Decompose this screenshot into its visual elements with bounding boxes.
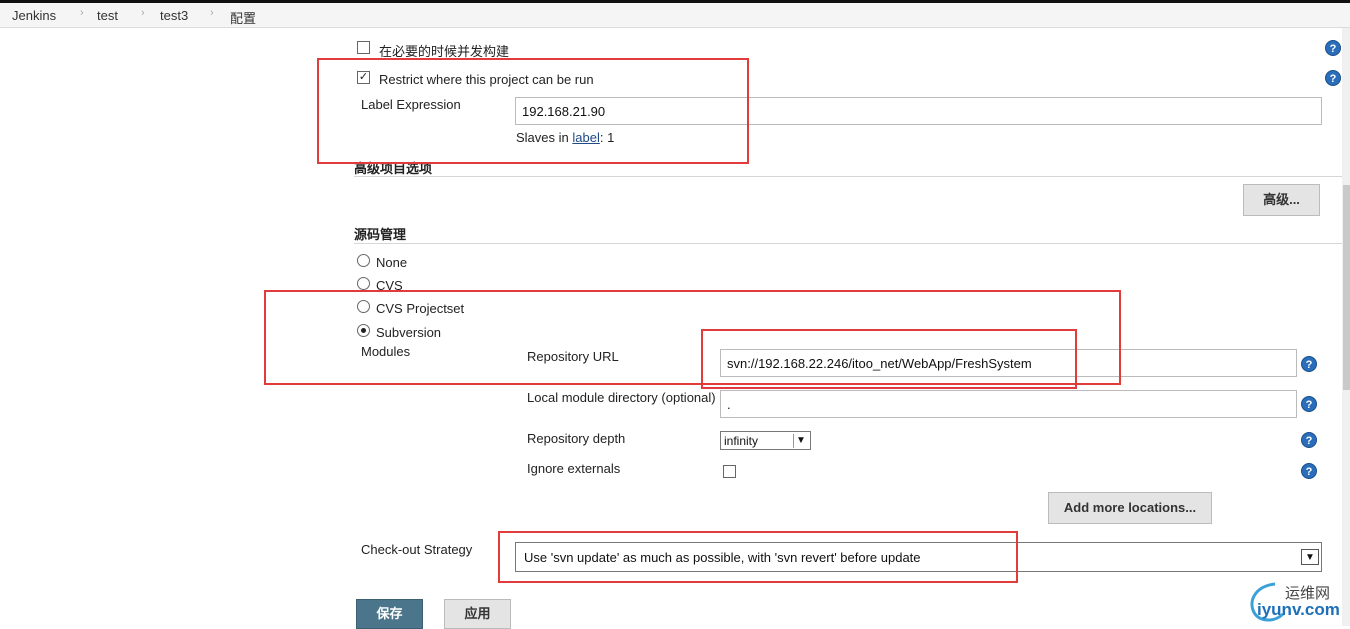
checkout-strategy-select[interactable]: Use 'svn update' as much as possible, wi… bbox=[515, 542, 1322, 572]
watermark-url: iyunv.com bbox=[1257, 600, 1340, 619]
help-icon[interactable]: ? bbox=[1301, 396, 1317, 412]
scm-option-subversion: Subversion bbox=[376, 325, 442, 340]
repo-url-input[interactable] bbox=[720, 349, 1297, 377]
scrollbar-thumb[interactable] bbox=[1343, 185, 1350, 390]
chevron-down-icon: ▼ bbox=[793, 434, 808, 448]
save-button[interactable]: 保存 bbox=[356, 599, 423, 629]
help-icon[interactable]: ? bbox=[1325, 70, 1341, 86]
help-icon[interactable]: ? bbox=[1301, 432, 1317, 448]
scm-radio-none[interactable] bbox=[357, 254, 370, 267]
repo-depth-value: infinity bbox=[724, 434, 759, 448]
divider bbox=[354, 243, 1342, 244]
concurrent-build-checkbox[interactable] bbox=[357, 41, 370, 54]
breadcrumb-separator-icon: › bbox=[210, 7, 214, 19]
local-dir-input[interactable] bbox=[720, 390, 1297, 418]
concurrent-build-label: 在必要的时候并发构建 bbox=[379, 44, 510, 59]
checkout-strategy-label: Check-out Strategy bbox=[361, 542, 473, 557]
breadcrumb-jenkins[interactable]: Jenkins bbox=[12, 8, 56, 23]
watermark-logo: 运维网 iyunv.com bbox=[1245, 578, 1345, 624]
restrict-label: Restrict where this project can be run bbox=[379, 72, 594, 87]
local-dir-label: Local module directory (optional) bbox=[527, 390, 716, 405]
scm-option-none: None bbox=[376, 255, 408, 270]
repo-depth-label: Repository depth bbox=[527, 431, 626, 446]
breadcrumb: Jenkins › test › test3 › 配置 bbox=[0, 3, 1350, 28]
scm-section-title: 源码管理 bbox=[354, 227, 407, 242]
advanced-section-title: 高级项目选项 bbox=[354, 161, 433, 176]
label-link[interactable]: label bbox=[572, 130, 599, 145]
breadcrumb-test3[interactable]: test3 bbox=[160, 8, 188, 23]
help-icon[interactable]: ? bbox=[1301, 463, 1317, 479]
add-locations-button[interactable]: Add more locations... bbox=[1048, 492, 1212, 524]
checkout-strategy-value: Use 'svn update' as much as possible, wi… bbox=[524, 550, 921, 565]
scm-radio-cvs-projectset[interactable] bbox=[357, 300, 370, 313]
divider bbox=[354, 176, 1342, 177]
breadcrumb-separator-icon: › bbox=[141, 7, 145, 19]
scm-radio-subversion[interactable] bbox=[357, 324, 370, 337]
breadcrumb-separator-icon: › bbox=[80, 7, 84, 19]
breadcrumb-configure[interactable]: 配置 bbox=[230, 8, 256, 27]
restrict-checkbox[interactable]: ✓ bbox=[357, 71, 370, 84]
scm-option-cvs: CVS bbox=[376, 278, 403, 293]
breadcrumb-test[interactable]: test bbox=[97, 8, 118, 23]
advanced-button[interactable]: 高级... bbox=[1243, 184, 1320, 216]
slaves-info: Slaves in label: 1 bbox=[516, 130, 615, 145]
help-icon[interactable]: ? bbox=[1301, 356, 1317, 372]
chevron-down-icon: ▼ bbox=[1301, 549, 1319, 565]
modules-label: Modules bbox=[361, 344, 411, 359]
repo-url-label: Repository URL bbox=[527, 349, 619, 364]
ignore-externals-label: Ignore externals bbox=[527, 461, 621, 476]
apply-button[interactable]: 应用 bbox=[444, 599, 511, 629]
help-icon[interactable]: ? bbox=[1325, 40, 1341, 56]
label-expression-input[interactable] bbox=[515, 97, 1322, 125]
ignore-externals-checkbox[interactable] bbox=[723, 465, 736, 478]
label-expression-label: Label Expression bbox=[361, 97, 461, 112]
scm-option-cvs-projectset: CVS Projectset bbox=[376, 301, 465, 316]
repo-depth-select[interactable]: infinity ▼ bbox=[720, 431, 811, 450]
scm-radio-cvs[interactable] bbox=[357, 277, 370, 290]
